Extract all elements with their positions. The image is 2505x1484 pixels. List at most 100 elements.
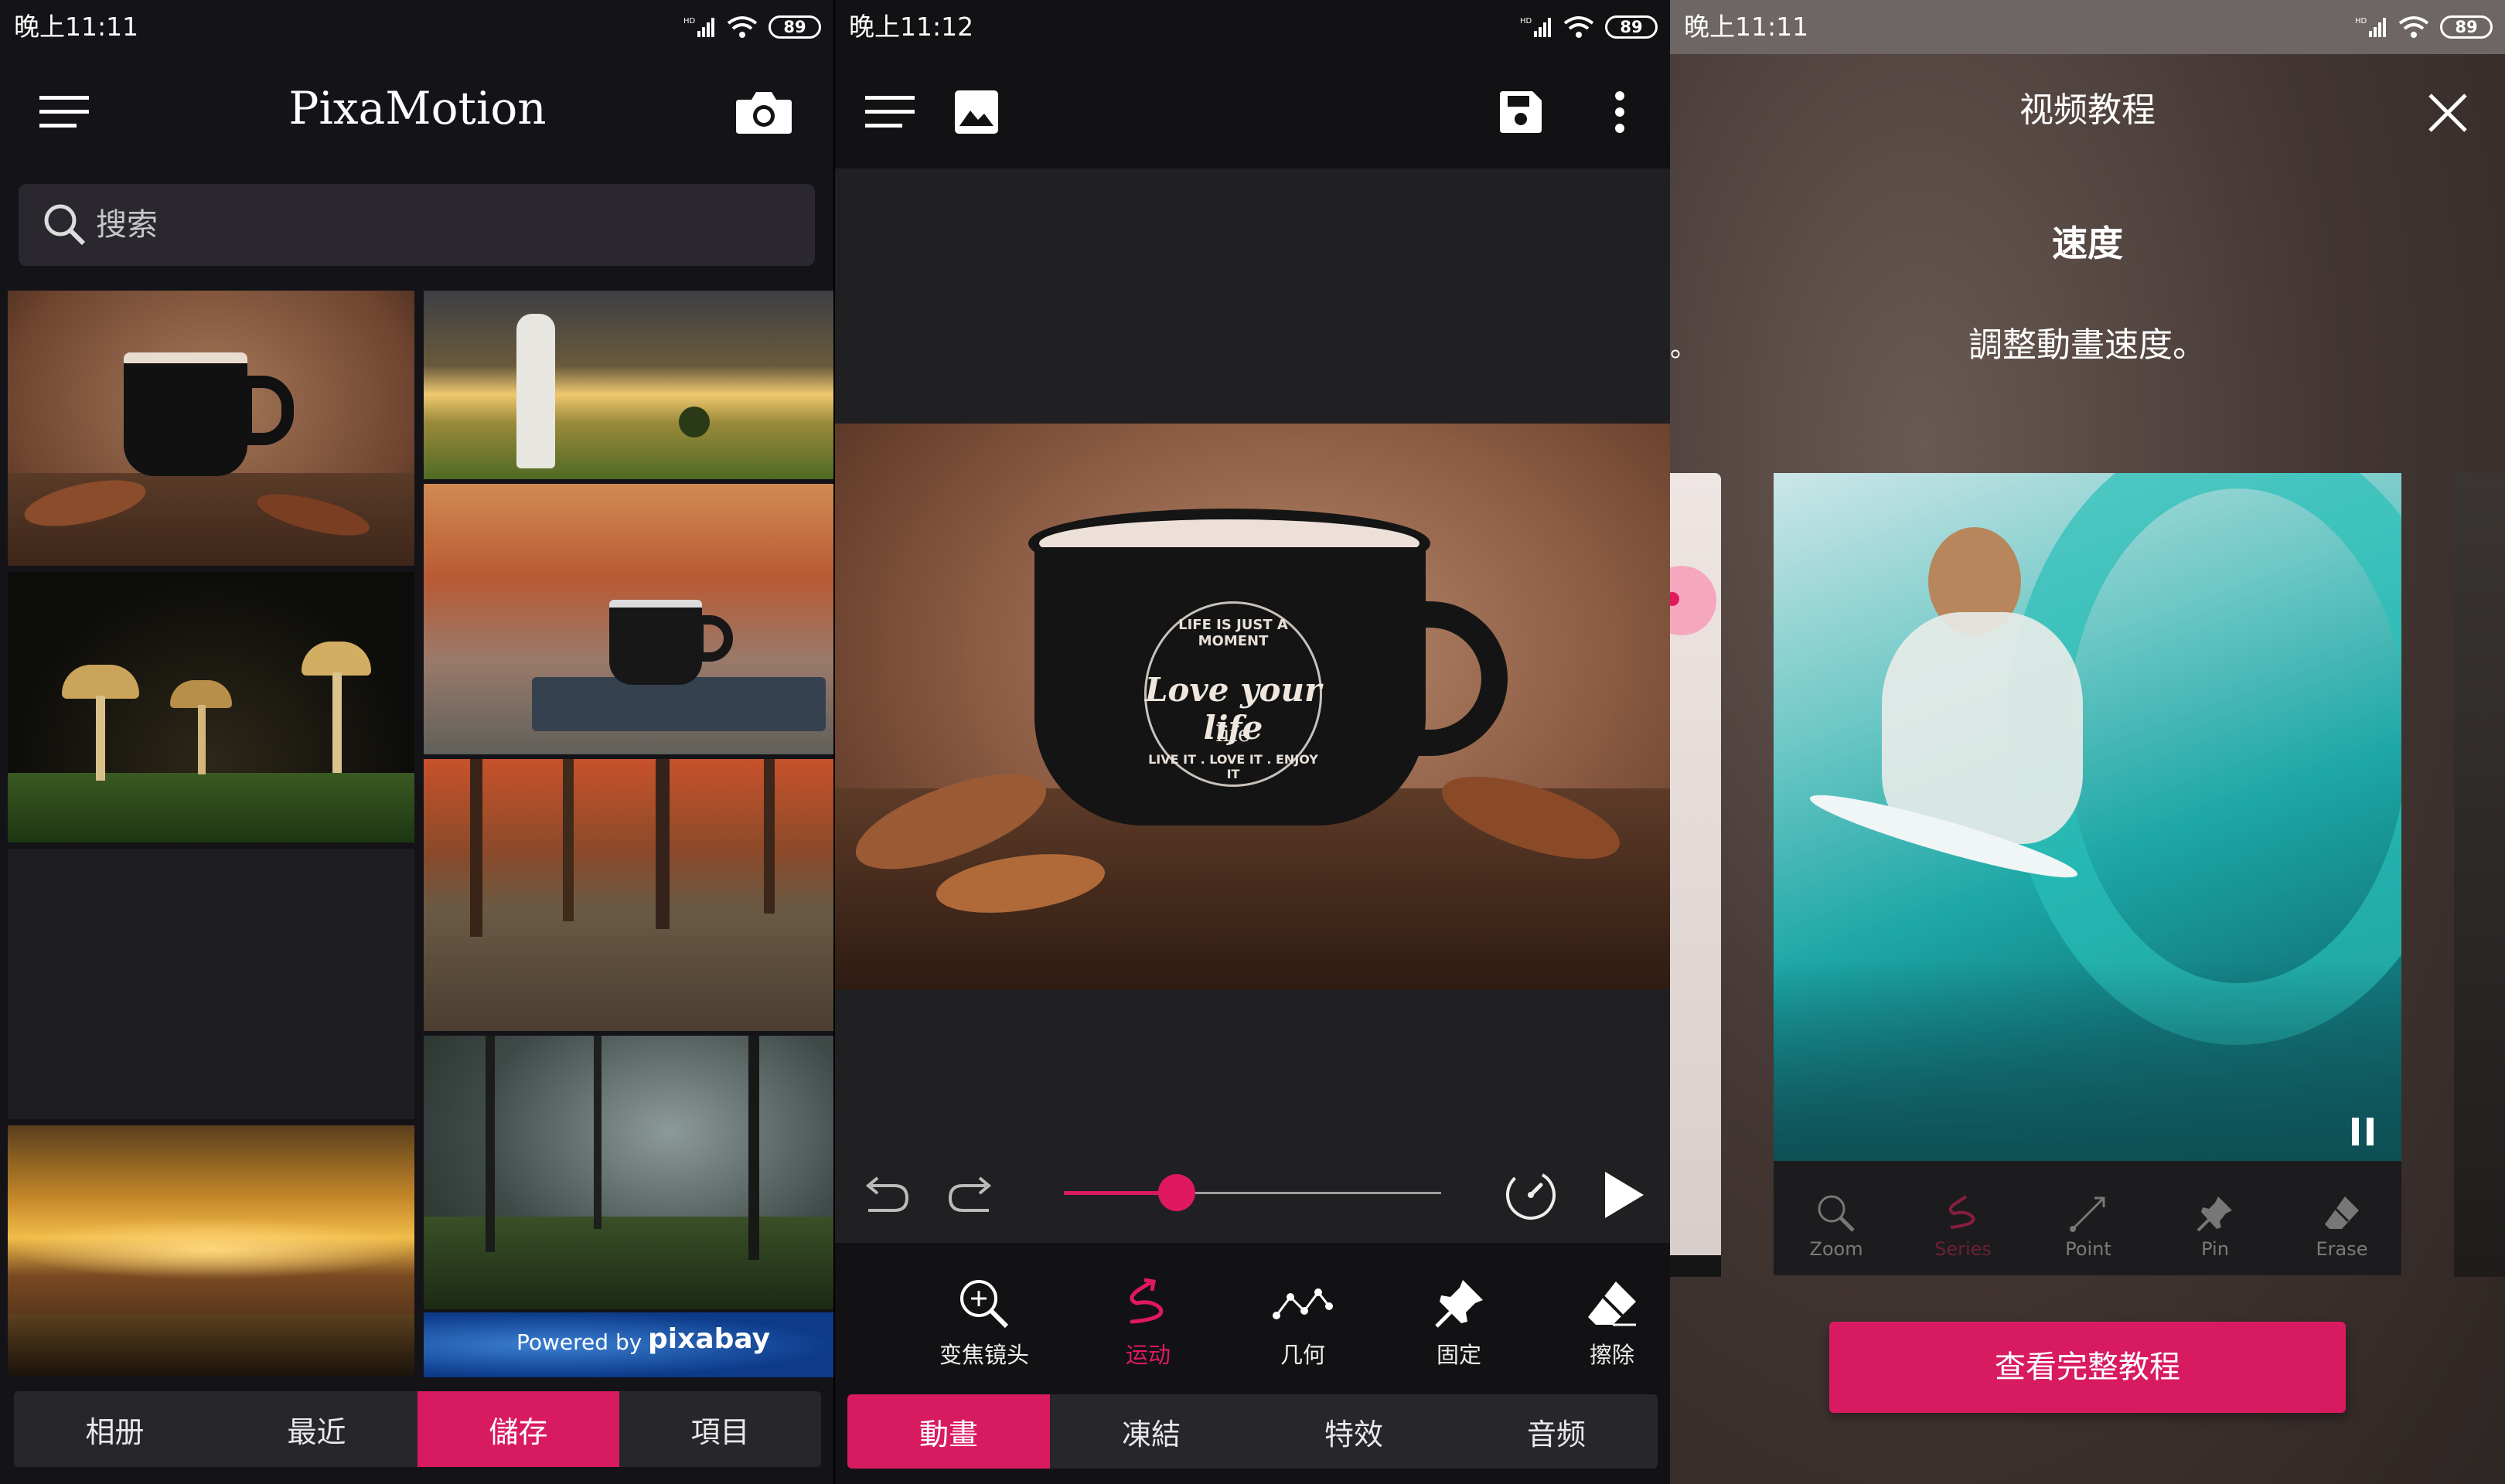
- camera-icon: [736, 92, 792, 134]
- eraser-icon: [2325, 1196, 2359, 1229]
- tab-effects[interactable]: 特效: [1252, 1394, 1455, 1469]
- tool-motion-label: 运动: [1125, 1342, 1171, 1368]
- video-tool-point: Point: [2030, 1193, 2146, 1260]
- pin-icon: [2197, 1196, 2232, 1232]
- point-icon: [2070, 1196, 2105, 1232]
- tab-saved[interactable]: 儲存: [418, 1391, 619, 1467]
- menu-icon: [39, 96, 89, 128]
- status-icons: HD 89: [2355, 0, 2493, 54]
- signal-icon: HD: [683, 17, 714, 37]
- battery-indicator: 89: [769, 15, 821, 39]
- prev-card-peek[interactable]: [1670, 473, 1721, 1277]
- photo-mug-autumn[interactable]: [8, 291, 414, 566]
- tutorial-description: 調整動畫速度。: [1968, 325, 2207, 365]
- tool-geometry-label: 几何: [1280, 1342, 1325, 1368]
- gallery-button[interactable]: [949, 85, 1004, 139]
- speed-icon: [1506, 1170, 1556, 1220]
- image-icon: [955, 90, 998, 134]
- gallery-screen: 晚上11:11 HD 89 PixaMotion 搜索 Powered by p…: [0, 0, 833, 1484]
- speed-slider[interactable]: [1064, 1173, 1441, 1212]
- undo-button[interactable]: [858, 1167, 912, 1221]
- top-app-bar: PixaMotion: [0, 54, 833, 168]
- wifi-icon: [1563, 16, 1594, 38]
- photo-misty-forest[interactable]: [424, 1036, 833, 1309]
- app-title: PixaMotion: [288, 82, 547, 134]
- video-tool-zoom: Zoom: [1778, 1193, 1894, 1260]
- tool-zoom-label: 变焦镜头: [939, 1342, 1029, 1368]
- status-icons: HD 89: [1520, 0, 1658, 54]
- search-bar[interactable]: 搜索: [19, 184, 815, 266]
- photo-golden-clouds[interactable]: [8, 1125, 414, 1376]
- tab-freeze[interactable]: 凍結: [1050, 1394, 1252, 1469]
- tab-animate[interactable]: 動畫: [847, 1394, 1050, 1469]
- close-button[interactable]: [2417, 82, 2479, 144]
- battery-indicator: 89: [2440, 15, 2493, 39]
- editing-canvas[interactable]: LIFE IS JUST A MOMENT Love your life lif…: [835, 424, 1670, 989]
- status-time: 晚上11:11: [1684, 12, 1809, 42]
- tab-album[interactable]: 相册: [14, 1391, 216, 1467]
- speed-button[interactable]: [1501, 1166, 1560, 1224]
- tab-projects[interactable]: 項目: [619, 1391, 821, 1467]
- status-time: 晚上11:11: [14, 12, 139, 42]
- video-tool-series-label: Series: [1934, 1238, 1992, 1260]
- geometry-icon: [1273, 1288, 1333, 1319]
- pause-button[interactable]: [2347, 1115, 2378, 1149]
- photo-placeholder[interactable]: [8, 849, 414, 1119]
- tool-zoom[interactable]: 变焦镜头: [926, 1277, 1042, 1370]
- battery-indicator: 89: [1605, 15, 1658, 39]
- editor-screen: 晚上11:12 HD 89 LIFE IS JUST A MOMENT Love…: [835, 0, 1670, 1484]
- tutorial-heading: 速度: [2052, 223, 2123, 264]
- tool-motion[interactable]: 运动: [1090, 1277, 1206, 1370]
- motion-icon: [1948, 1195, 1975, 1229]
- pause-icon: [2352, 1118, 2374, 1145]
- wifi-icon: [2398, 16, 2429, 38]
- video-tool-erase-label: Erase: [2316, 1238, 2368, 1260]
- search-input[interactable]: 搜索: [96, 184, 158, 266]
- status-bar: 晚上11:12 HD 89: [835, 0, 1670, 54]
- pin-icon: [1435, 1280, 1483, 1328]
- play-button[interactable]: [1594, 1166, 1653, 1224]
- photo-autumn-forest[interactable]: [424, 759, 833, 1031]
- svg-text:HD: HD: [1520, 17, 1532, 26]
- tutorial-video[interactable]: [1774, 473, 2401, 1161]
- video-tool-pin: Pin: [2157, 1193, 2273, 1260]
- video-tool-series: Series: [1905, 1193, 2021, 1260]
- video-tool-point-label: Point: [2065, 1238, 2111, 1260]
- tutorial-screen: 晚上11:11 HD 89 视频教程 速度 調整動畫速度。 。 Zoom Ser…: [1670, 0, 2505, 1484]
- close-icon: [2428, 94, 2467, 132]
- signal-icon: HD: [1520, 17, 1551, 37]
- app-screenshots: 晚上11:11 HD 89 PixaMotion 搜索 Powered by p…: [0, 0, 2505, 1484]
- menu-button[interactable]: [863, 89, 917, 135]
- stray-punctuation: 。: [1670, 332, 1699, 363]
- tool-erase[interactable]: 擦除: [1554, 1277, 1670, 1370]
- tab-recent[interactable]: 最近: [216, 1391, 418, 1467]
- video-tool-pin-label: Pin: [2201, 1238, 2229, 1260]
- pixabay-logo: pixabay: [648, 1323, 771, 1355]
- play-icon: [1605, 1172, 1644, 1218]
- redo-icon: [948, 1176, 992, 1212]
- tool-pin[interactable]: 固定: [1401, 1277, 1517, 1370]
- more-button[interactable]: [1600, 85, 1639, 139]
- more-icon: [1615, 91, 1624, 133]
- tool-geometry[interactable]: 几何: [1245, 1277, 1361, 1370]
- mode-tabs: 動畫 凍結 特效 音频: [847, 1394, 1658, 1469]
- editor-toolbar: [835, 54, 1670, 168]
- tool-pin-label: 固定: [1436, 1342, 1481, 1368]
- next-card-peek[interactable]: [2454, 473, 2505, 1277]
- mug-arc-top-text: LIFE IS JUST A MOMENT: [1178, 617, 1288, 649]
- tab-audio[interactable]: 音频: [1455, 1394, 1658, 1469]
- zoom-icon: [960, 1280, 1009, 1329]
- slider-thumb[interactable]: [1158, 1174, 1196, 1211]
- photo-mushrooms[interactable]: [8, 572, 414, 842]
- photo-mug-book[interactable]: [424, 484, 833, 754]
- save-button[interactable]: [1494, 85, 1548, 139]
- status-bar: 晚上11:11 HD 89: [1670, 0, 2505, 54]
- tool-erase-label: 擦除: [1589, 1342, 1634, 1368]
- menu-button[interactable]: [37, 89, 91, 135]
- status-time: 晚上11:12: [849, 12, 974, 42]
- camera-button[interactable]: [731, 85, 796, 139]
- photo-angel-sunset[interactable]: [424, 291, 833, 479]
- view-full-tutorial-button[interactable]: 查看完整教程: [1829, 1322, 2346, 1413]
- redo-button[interactable]: [945, 1167, 999, 1221]
- pixabay-attribution[interactable]: Powered by pixabay: [424, 1312, 833, 1377]
